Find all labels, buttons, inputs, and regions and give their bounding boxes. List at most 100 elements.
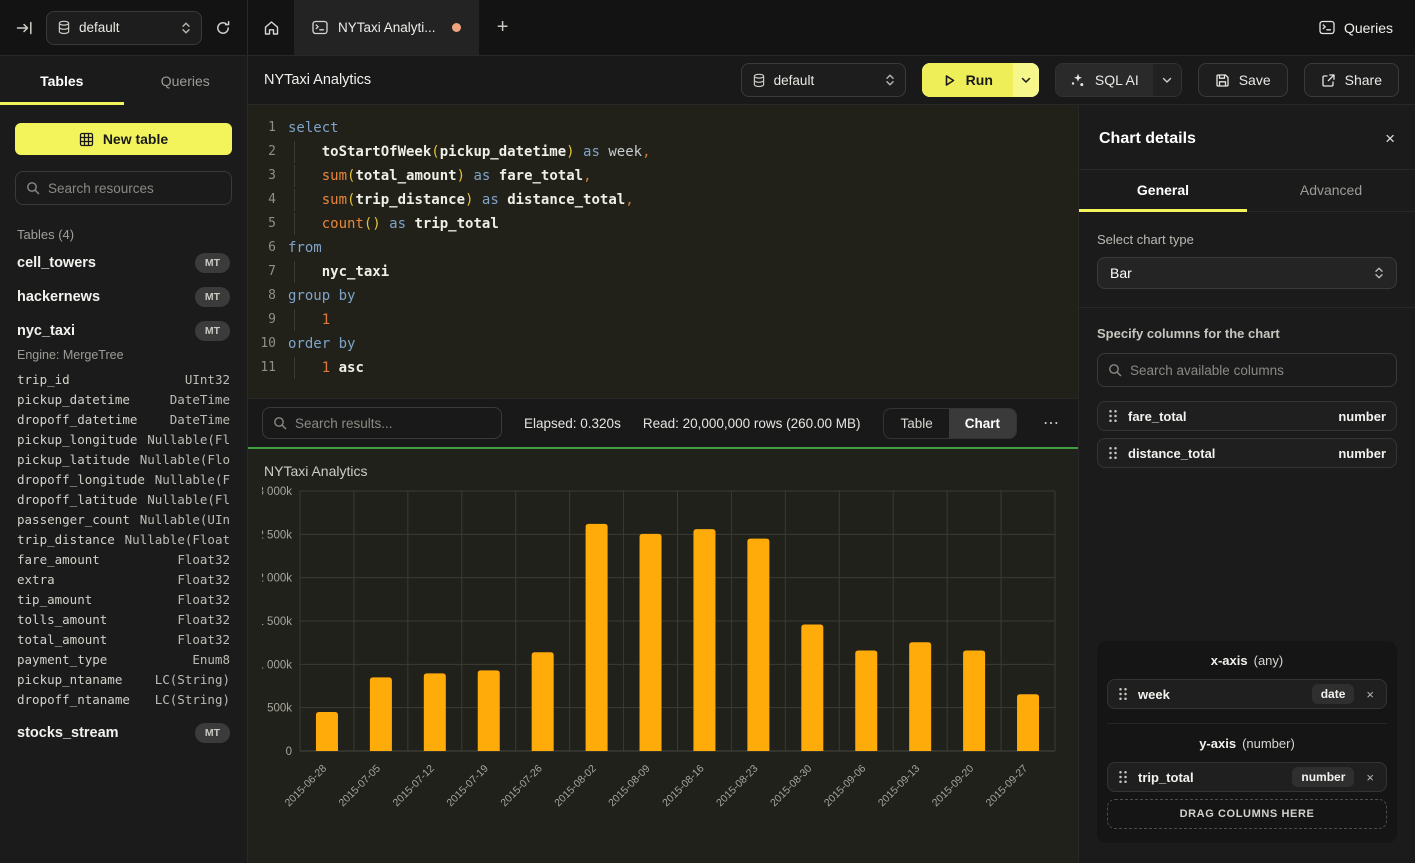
x-tick-label: 2015-08-16	[660, 763, 707, 810]
column-chip[interactable]: weekdate×	[1107, 679, 1387, 709]
panel-title: Chart details	[1099, 130, 1196, 148]
sidebar-search[interactable]	[15, 171, 232, 205]
indent-guide	[294, 261, 295, 283]
collapse-sidebar-icon[interactable]	[16, 20, 33, 36]
column-row: dropoff_ntanameLC(String)	[17, 690, 230, 710]
line-number: 1	[248, 116, 288, 140]
table-row[interactable]: nyc_taxiMT	[15, 314, 232, 348]
drag-handle-icon[interactable]	[1108, 409, 1118, 423]
column-name: passenger_count	[17, 510, 130, 530]
bar[interactable]	[424, 673, 446, 751]
tab-advanced[interactable]: Advanced	[1247, 170, 1415, 211]
tab-queries[interactable]: Queries	[124, 56, 248, 105]
more-options-icon[interactable]: ⋯	[1039, 413, 1064, 433]
database-selector-value: default	[79, 20, 120, 35]
view-chart-button[interactable]: Chart	[949, 409, 1016, 438]
sidebar-search-input[interactable]	[48, 181, 225, 196]
column-name: trip_id	[17, 370, 70, 390]
query-database-selector[interactable]: default	[741, 63, 906, 97]
save-button[interactable]: Save	[1198, 63, 1288, 97]
bar[interactable]	[963, 650, 985, 751]
chart-svg[interactable]: 0500k1 000k1 500k2 000k2 500k3 000k2015-…	[262, 485, 1062, 861]
column-name: pickup_latitude	[17, 450, 130, 470]
updown-chevron-icon	[885, 73, 895, 87]
drag-handle-icon[interactable]	[1108, 446, 1118, 460]
column-row: pickup_latitudeNullable(Flo	[17, 450, 230, 470]
tab-tables[interactable]: Tables	[0, 56, 124, 105]
bar[interactable]	[370, 677, 392, 751]
chip-column-type: number	[1292, 767, 1354, 787]
columns-label: Specify columns for the chart	[1097, 326, 1397, 341]
column-type: Nullable(Fl	[147, 490, 230, 510]
table-name: hackernews	[17, 289, 100, 305]
remove-chip-icon[interactable]: ×	[1364, 770, 1376, 785]
line-number: 11	[248, 356, 288, 380]
topbar-left: default	[0, 0, 248, 55]
engine-badge: MT	[195, 253, 230, 273]
results-search[interactable]	[262, 407, 502, 439]
view-table-button[interactable]: Table	[884, 409, 948, 438]
x-tick-label: 2015-08-23	[714, 763, 761, 810]
remove-chip-icon[interactable]: ×	[1364, 687, 1376, 702]
run-button[interactable]: Run	[922, 63, 1039, 97]
bar[interactable]	[801, 624, 823, 751]
panel-header: Chart details ×	[1079, 105, 1415, 170]
bar[interactable]	[586, 524, 608, 751]
sql-editor[interactable]: 1select2 toStartOfWeek(pickup_datetime) …	[248, 105, 1078, 398]
bar[interactable]	[478, 670, 500, 751]
refresh-icon[interactable]	[215, 20, 231, 36]
query-main: 1select2 toStartOfWeek(pickup_datetime) …	[248, 105, 1078, 863]
column-type: Nullable(Float	[125, 530, 230, 550]
columns-search[interactable]	[1097, 353, 1397, 387]
column-name: trip_distance	[17, 530, 115, 550]
new-table-button[interactable]: New table	[15, 123, 232, 155]
column-chip[interactable]: fare_totalnumber	[1097, 401, 1397, 431]
bar[interactable]	[909, 642, 931, 751]
tabstrip: NYTaxi Analyti... +	[248, 0, 1297, 55]
drag-handle-icon[interactable]	[1118, 687, 1128, 701]
y-tick-label: 1 000k	[262, 659, 292, 671]
bar[interactable]	[640, 534, 662, 751]
column-type: Float32	[177, 590, 230, 610]
columns-search-input[interactable]	[1130, 363, 1386, 378]
bar[interactable]	[855, 650, 877, 751]
indent-guide	[294, 213, 295, 235]
bar[interactable]	[693, 529, 715, 751]
table-row[interactable]: stocks_streamMT	[15, 716, 232, 750]
column-row: pickup_ntanameLC(String)	[17, 670, 230, 690]
drag-handle-icon[interactable]	[1118, 770, 1128, 784]
bar[interactable]	[1017, 694, 1039, 751]
close-icon[interactable]: ×	[1385, 129, 1395, 149]
results-search-input[interactable]	[295, 416, 491, 431]
database-selector[interactable]: default	[46, 11, 202, 45]
column-chip[interactable]: trip_totalnumber×	[1107, 762, 1387, 792]
chart-type-value: Bar	[1110, 265, 1132, 281]
x-tick-label: 2015-07-12	[390, 763, 437, 810]
bar[interactable]	[532, 652, 554, 751]
topbar: default NYTaxi Analyti... + Queries	[0, 0, 1415, 56]
home-tab[interactable]	[248, 0, 294, 55]
queries-button[interactable]: Queries	[1297, 0, 1415, 55]
column-chip[interactable]: distance_totalnumber	[1097, 438, 1397, 468]
column-row: dropoff_datetimeDateTime	[17, 410, 230, 430]
tab-nytaxi-analytics[interactable]: NYTaxi Analyti...	[294, 0, 479, 55]
run-options-caret[interactable]	[1013, 63, 1039, 97]
sql-ai-caret[interactable]	[1153, 64, 1181, 96]
chart-type-select[interactable]: Bar	[1097, 257, 1397, 289]
sql-ai-button[interactable]: SQL AI	[1055, 63, 1182, 97]
tab-general[interactable]: General	[1079, 170, 1247, 211]
bar[interactable]	[747, 539, 769, 751]
database-icon	[752, 73, 766, 88]
x-axis-chips: weekdate×	[1107, 679, 1387, 709]
bar[interactable]	[316, 712, 338, 751]
code-text: select	[288, 116, 1078, 140]
x-tick-label: 2015-08-02	[552, 763, 599, 810]
table-row[interactable]: cell_towersMT	[15, 246, 232, 280]
drop-zone[interactable]: DRAG COLUMNS HERE	[1107, 799, 1387, 829]
table-row[interactable]: hackernewsMT	[15, 280, 232, 314]
y-tick-label: 2 500k	[262, 529, 292, 541]
new-tab-button[interactable]: +	[479, 0, 527, 55]
view-toggle: Table Chart	[883, 408, 1017, 439]
column-name: dropoff_longitude	[17, 470, 145, 490]
share-button[interactable]: Share	[1304, 63, 1399, 97]
